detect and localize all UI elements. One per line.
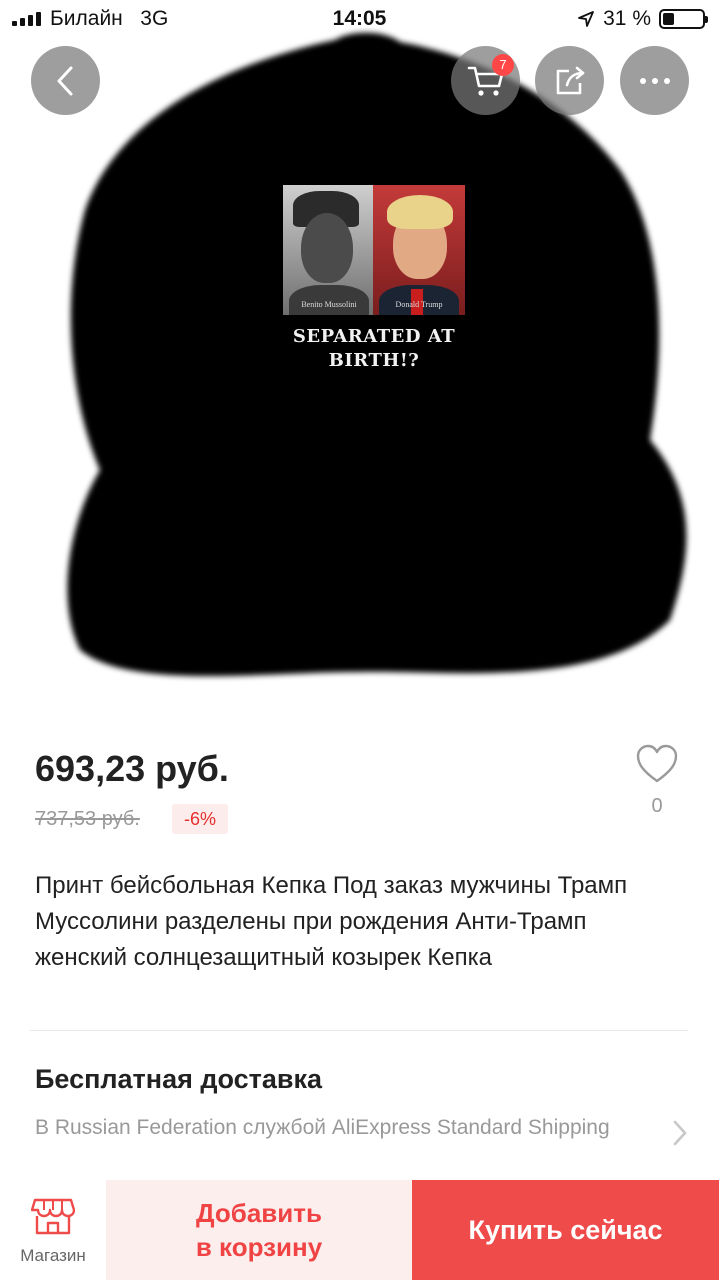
discount-badge: -6% [172,804,229,834]
share-icon [556,66,584,94]
bottom-action-bar: Магазин Добавить в корзину Купить сейчас [0,1180,719,1280]
cart-button[interactable]: 7 [451,46,520,115]
product-title: Принт бейсбольная Кепка Под заказ мужчин… [35,872,628,971]
wishlist-button[interactable]: 0 [628,744,686,818]
more-options-button[interactable] [620,46,689,115]
more-icon [639,77,670,84]
add-to-cart-label-line1: Добавить [196,1198,322,1228]
store-label: Магазин [20,1246,86,1265]
chevron-right-icon[interactable] [670,1118,690,1148]
battery-icon [659,9,708,29]
chevron-left-icon [57,66,72,95]
cart-count-badge: 7 [492,54,514,76]
cap-print: Benito Mussolini Donald Trump SEPARATED … [283,185,465,390]
mussolini-photo: Benito Mussolini [283,185,373,315]
current-price: 693,23 руб. [35,748,229,789]
buy-now-label: Купить сейчас [468,1214,663,1245]
share-button[interactable] [535,46,604,115]
store-button[interactable]: Магазин [0,1180,106,1280]
location-arrow-icon [578,11,595,27]
wishlist-count: 0 [651,795,663,817]
shipping-description[interactable]: В Russian Federation службой AliExpress … [35,1112,635,1144]
store-icon [31,1198,75,1235]
heart-icon [636,744,678,783]
right-photo-caption: Donald Trump [395,300,443,309]
add-to-cart-button[interactable]: Добавить в корзину [106,1180,412,1280]
battery-percent: 31 % [603,7,651,30]
status-bar: Билайн 3G 14:05 31 % [0,0,719,40]
original-price: 737,53 руб. [35,808,140,830]
buy-now-button[interactable]: Купить сейчас [412,1180,719,1280]
divider [30,1030,688,1031]
trump-photo: Donald Trump [373,185,465,315]
product-image[interactable]: Benito Mussolini Donald Trump SEPARATED … [0,0,719,720]
add-to-cart-label-line2: в корзину [195,1232,323,1262]
left-photo-caption: Benito Mussolini [301,300,357,309]
back-button[interactable] [31,46,100,115]
shipping-title[interactable]: Бесплатная доставка [35,1064,322,1095]
print-slogan: SEPARATED AT BIRTH!? [292,326,456,371]
